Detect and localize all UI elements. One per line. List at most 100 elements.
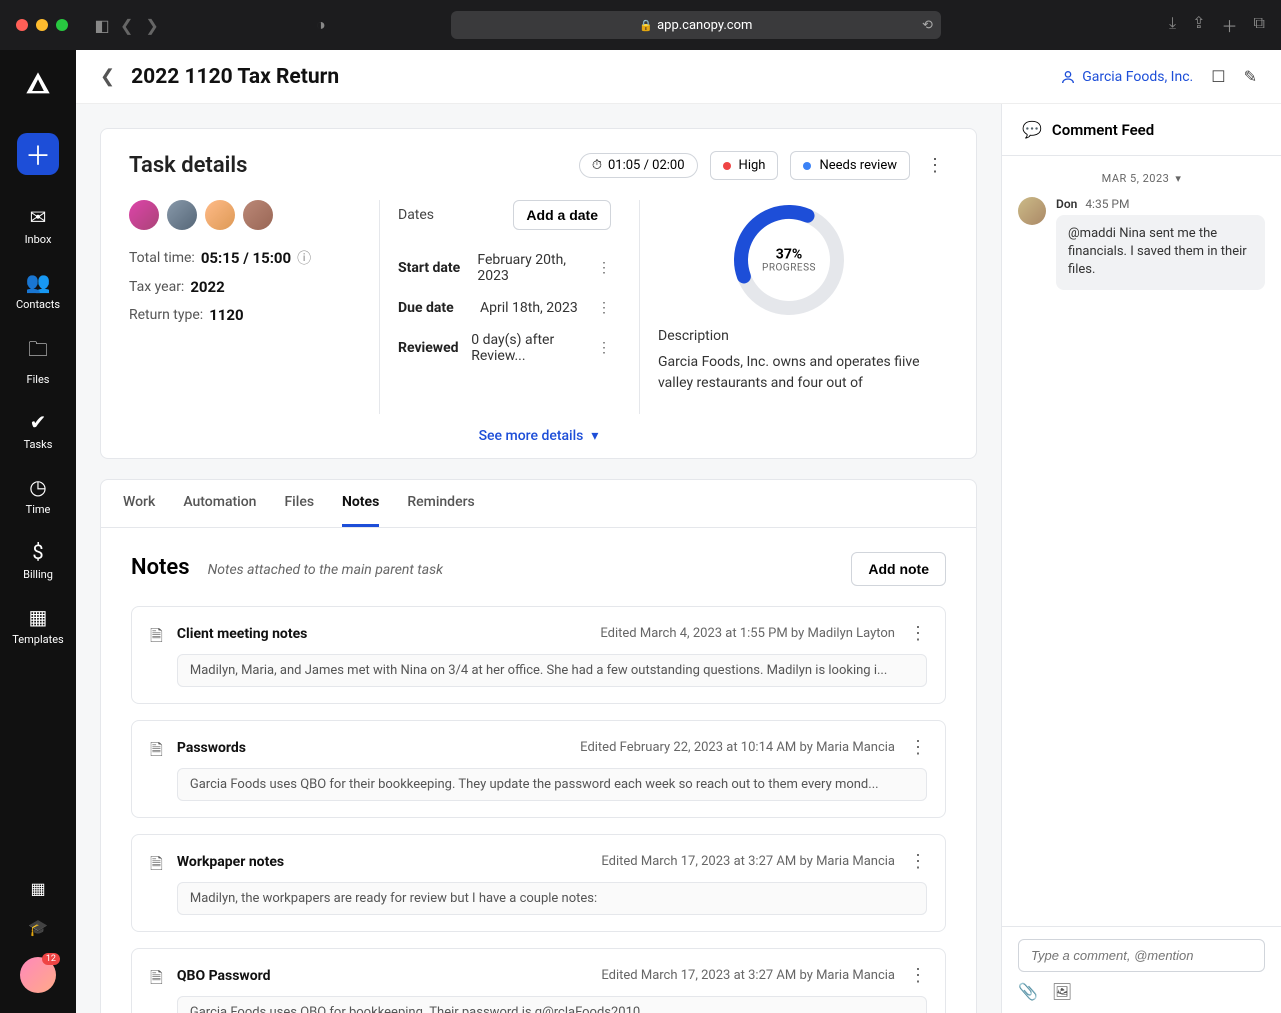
page-title: 2022 1120 Tax Return [131,65,339,89]
image-icon[interactable]: 🖼 [1052,982,1072,1001]
description-text: Garcia Foods, Inc. owns and operates fii… [658,352,920,394]
comment-date-header[interactable]: MAR 5, 2023 ▾ [1018,172,1265,185]
add-note-button[interactable]: Add note [851,552,946,586]
traffic-lights [16,19,68,31]
priority-pill[interactable]: High [710,151,779,180]
avatar[interactable] [243,200,273,230]
notification-badge: 12 [42,953,60,965]
tab-work[interactable]: Work [123,480,155,527]
note-item[interactable]: 🗎 Workpaper notesEdited March 17, 2023 a… [131,834,946,932]
education-icon[interactable]: 🎓 [28,918,48,937]
status-pill[interactable]: Needs review [790,151,910,180]
date-more-button[interactable]: ⋮ [597,300,611,316]
note-icon: 🗎 [150,625,163,652]
tabs-row: Work Automation Files Notes Reminders [101,480,976,528]
comment-time: 4:35 PM [1085,197,1129,211]
user-avatar[interactable]: 12 [20,957,56,993]
user-icon [1060,69,1076,85]
note-preview: Madilyn, the workpapers are ready for re… [177,882,927,915]
minimize-window[interactable] [36,19,48,31]
shield-icon[interactable]: ◑ [311,15,331,35]
tabs-overview-icon[interactable]: ⧉ [1254,13,1265,37]
lock-icon: 🔒 [639,19,653,32]
progress-percent: 37% [762,247,816,263]
avatar[interactable] [167,200,197,230]
note-more-button[interactable]: ⋮ [909,965,927,986]
tab-automation[interactable]: Automation [183,480,256,527]
note-item[interactable]: 🗎 Client meeting notesEdited March 4, 20… [131,606,946,704]
description-label: Description [658,328,729,344]
date-more-button[interactable]: ⋮ [597,340,611,356]
comment-text: @maddi Nina sent me the financials. I sa… [1056,215,1265,290]
client-link[interactable]: Garcia Foods, Inc. [1060,69,1193,85]
folder-icon: 🗀 [28,335,48,369]
comment-item: Don 4:35 PM @maddi Nina sent me the fina… [1018,197,1265,290]
comment-input[interactable] [1018,939,1265,972]
sidebar-item-files[interactable]: 🗀Files [0,325,76,396]
note-more-button[interactable]: ⋮ [909,737,927,758]
tab-notes[interactable]: Notes [342,480,379,527]
contacts-icon: 👥 [26,270,51,294]
tab-reminders[interactable]: Reminders [407,480,474,527]
note-more-button[interactable]: ⋮ [909,851,927,872]
progress-label: PROGRESS [762,263,816,274]
url-text: app.canopy.com [657,18,752,33]
edit-icon[interactable]: ✎ [1244,67,1257,86]
note-more-button[interactable]: ⋮ [909,623,927,644]
task-more-button[interactable]: ⋮ [922,151,948,180]
sidebar-item-tasks[interactable]: ✔Tasks [0,400,76,461]
tab-files[interactable]: Files [284,480,314,527]
comment-author: Don [1056,197,1077,211]
nav-back-icon[interactable]: ❮ [120,16,133,35]
timer-chip[interactable]: ⏱ 01:05 / 02:00 [579,153,698,178]
clock-icon: ◷ [29,475,46,499]
sidebar-toggle-icon[interactable]: ◧ [92,15,112,35]
add-button[interactable]: ＋ [17,133,59,175]
sidebar-item-contacts[interactable]: 👥Contacts [0,260,76,321]
sidebar-item-templates[interactable]: ▦Templates [0,595,76,656]
back-button[interactable]: ❮ [100,66,115,87]
total-time-row: Total time: 05:15 / 15:00 ⓘ [129,248,351,268]
info-icon[interactable]: ⓘ [297,248,311,268]
avatar[interactable] [129,200,159,230]
chevron-down-icon: ▾ [1175,172,1181,185]
attach-icon[interactable]: 📎 [1018,982,1038,1001]
task-details-title: Task details [129,153,247,178]
avatar[interactable] [1018,197,1046,225]
maximize-window[interactable] [56,19,68,31]
tabs-card: Work Automation Files Notes Reminders No… [100,479,977,1013]
progress-ring: 37% PROGRESS [729,200,849,320]
url-bar[interactable]: 🔒 app.canopy.com ⟲ [451,11,941,39]
note-preview: Garcia Foods uses QBO for bookkeeping. T… [177,996,927,1013]
sidebar-item-inbox[interactable]: ✉Inbox [0,195,76,256]
note-icon: 🗎 [150,739,163,766]
note-item[interactable]: 🗎 QBO PasswordEdited March 17, 2023 at 3… [131,948,946,1013]
download-icon[interactable]: ⤓ [1169,13,1176,37]
see-more-button[interactable]: See more details ▾ [129,414,948,458]
sidebar-item-time[interactable]: ◷Time [0,465,76,526]
share-icon[interactable]: ⇪ [1192,13,1205,37]
note-icon: 🗎 [150,853,163,880]
date-row: Start dateFebruary 20th, 2023⋮ [398,244,611,292]
add-date-button[interactable]: Add a date [513,200,611,230]
nav-forward-icon[interactable]: ❯ [145,16,158,35]
comment-feed-icon: 💬 [1022,120,1042,139]
page-header: ❮ 2022 1120 Tax Return Garcia Foods, Inc… [76,50,1281,104]
notes-subtitle: Notes attached to the main parent task [208,562,443,578]
billing-icon: $ [32,540,43,564]
templates-icon: ▦ [29,605,48,629]
note-item[interactable]: 🗎 PasswordsEdited February 22, 2023 at 1… [131,720,946,818]
sidebar-item-billing[interactable]: $Billing [0,530,76,591]
close-window[interactable] [16,19,28,31]
date-row: Due dateApril 18th, 2023⋮ [398,292,611,324]
dates-label: Dates [398,207,434,223]
calendar-icon[interactable]: ▦ [30,879,45,898]
app-logo-icon[interactable] [24,70,52,105]
new-tab-icon[interactable]: ＋ [1222,13,1238,37]
date-more-button[interactable]: ⋮ [597,260,611,276]
reload-icon[interactable]: ⟲ [922,18,933,33]
archive-icon[interactable]: ☐ [1211,67,1225,86]
inbox-icon: ✉ [30,205,47,229]
tax-year-row: Tax year: 2022 [129,278,351,296]
avatar[interactable] [205,200,235,230]
